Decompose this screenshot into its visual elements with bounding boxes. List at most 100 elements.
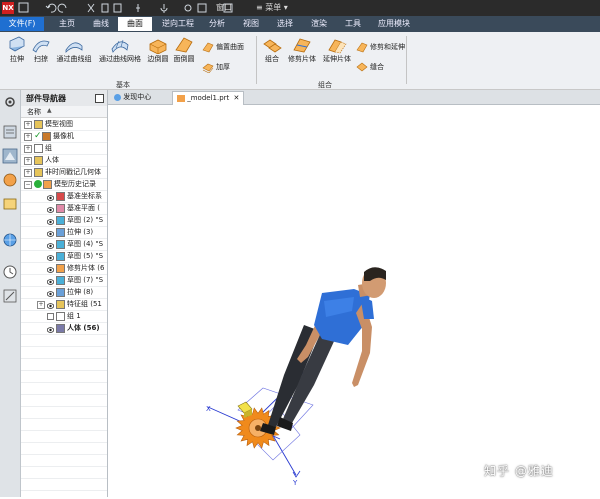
visibility-eye-icon[interactable] (46, 277, 55, 285)
expand-icon[interactable]: + (37, 301, 45, 309)
history-icon (43, 180, 52, 189)
through-curves-icon (65, 42, 83, 53)
navigator-column-header[interactable]: 名称 ▲ (21, 106, 107, 118)
visibility-eye-icon[interactable] (46, 229, 55, 237)
navigator-item-label: 草图 (2) "S (67, 216, 104, 224)
history-icon[interactable] (2, 264, 18, 280)
check-icon[interactable]: ✓ (34, 132, 42, 141)
web-browser-icon[interactable] (2, 232, 18, 248)
visibility-eye-icon[interactable] (46, 325, 55, 333)
window-menu[interactable]: 窗口 (216, 2, 232, 14)
extend-sheet-icon (328, 39, 347, 54)
thicken-button[interactable]: 加厚 (202, 60, 230, 74)
mic-icon (160, 4, 168, 13)
visibility-checkbox[interactable] (47, 313, 54, 320)
maximize-icon[interactable] (95, 94, 104, 103)
tab-application[interactable]: 应用模块 (372, 17, 416, 31)
tab-view[interactable]: 视图 (238, 17, 264, 31)
expand-icon[interactable]: + (24, 145, 32, 153)
navigator-title: 部件导航器 (26, 94, 66, 103)
undo-icon (45, 3, 57, 13)
cut-icon (87, 3, 95, 13)
tab-discovery-center[interactable]: 发现中心 (110, 91, 155, 104)
tab-file[interactable]: 文件(F) (0, 17, 44, 31)
curve-mesh-icon (111, 39, 129, 53)
trim-icon (56, 264, 65, 273)
expand-icon[interactable]: + (24, 157, 32, 165)
close-icon[interactable]: ✕ (234, 94, 240, 102)
sweep-button[interactable]: 扫掠 (30, 36, 52, 64)
tab-home[interactable]: 主页 (52, 17, 82, 31)
resource-bar (0, 90, 21, 497)
extend-sheet-button[interactable]: 延伸片体 (320, 36, 354, 64)
navigator-item-label: 基准平面 ( (67, 204, 100, 212)
collapse-icon[interactable]: − (24, 181, 32, 189)
reuse-library-icon[interactable] (2, 196, 18, 212)
edge-blend-button[interactable]: 边倒圆 (146, 36, 170, 64)
assembly-navigator-icon[interactable] (2, 124, 18, 140)
visibility-eye-icon[interactable] (46, 301, 55, 309)
axis-label-x: X (206, 405, 211, 413)
sketch-icon (56, 276, 65, 285)
tab-curve[interactable]: 曲线 (86, 17, 116, 31)
edge-blend-icon (149, 39, 167, 54)
expand-icon[interactable]: + (24, 169, 32, 177)
layout-icon (197, 3, 207, 13)
through-curves-button[interactable]: 通过曲线组 (54, 36, 94, 64)
expand-icon[interactable]: + (24, 121, 32, 129)
trim-and-extend-button[interactable]: 修剪和延伸 (356, 40, 405, 54)
discovery-icon (114, 93, 121, 101)
face-blend-button[interactable]: 面倒圆 (172, 36, 196, 64)
sweep-icon (32, 40, 50, 53)
through-curve-mesh-button[interactable]: 通过曲线网格 (96, 36, 144, 64)
empty-row (21, 478, 107, 491)
navigator-item-label: 模型历史记录 (54, 180, 96, 188)
visibility-eye-icon[interactable] (46, 241, 55, 249)
touch-icon (136, 4, 140, 12)
sketch-icon (56, 216, 65, 225)
navigator-item-label: 拉伸 (8) (67, 288, 94, 296)
paste-icon (113, 3, 122, 13)
offset-surface-button[interactable]: 偏置曲面 (202, 40, 244, 54)
visibility-eye-icon[interactable] (46, 217, 55, 225)
visibility-eye-icon[interactable] (46, 193, 55, 201)
tab-tools[interactable]: 工具 (340, 17, 366, 31)
expand-icon[interactable]: + (24, 133, 32, 141)
save-icon (18, 2, 29, 13)
constraint-navigator-icon[interactable] (2, 172, 18, 188)
trim-sheet-button[interactable]: 修剪片体 (285, 36, 319, 64)
navigator-item-label: 草图 (7) "S (67, 276, 104, 284)
extrude-icon (56, 288, 65, 297)
tab-render[interactable]: 渲染 (306, 17, 332, 31)
visibility-eye-icon[interactable] (46, 265, 55, 273)
combine-button[interactable]: 组合 (260, 36, 284, 64)
folder-icon (34, 156, 43, 165)
plane-icon (56, 204, 65, 213)
navigator-item-label: 人体 (56) (67, 324, 100, 332)
model-scene: X Y Z (206, 267, 386, 487)
tab-analysis[interactable]: 分析 (204, 17, 230, 31)
sew-button[interactable]: 缝合 (356, 60, 384, 74)
tab-reverse-engineering[interactable]: 逆向工程 (155, 17, 201, 31)
tab-surface[interactable]: 曲面 (118, 17, 152, 31)
csys-icon (56, 192, 65, 201)
menu-button[interactable]: ≡ 菜单 ▾ (256, 2, 288, 14)
graphics-window[interactable]: X Y Z (108, 105, 600, 497)
tab-select[interactable]: 选择 (272, 17, 298, 31)
part-navigator-icon[interactable] (2, 148, 18, 164)
navigator-item-label: 摄像机 (53, 132, 74, 140)
extrude-button[interactable]: 拉伸 (4, 36, 30, 64)
document-tab-bar: 发现中心 _model1.prt ✕ (108, 90, 600, 105)
human-model[interactable] (260, 267, 386, 435)
visibility-eye-icon[interactable] (46, 205, 55, 213)
visibility-eye-icon[interactable] (46, 253, 55, 261)
tab-model-part[interactable]: _model1.prt ✕ (172, 91, 245, 105)
yellow-block[interactable] (237, 401, 253, 418)
system-materials-icon[interactable] (2, 288, 18, 304)
group-separator (256, 36, 257, 84)
settings-icon[interactable] (2, 94, 18, 110)
folder-icon (34, 120, 43, 129)
trim-extend-icon (356, 42, 368, 53)
box-icon (34, 144, 43, 153)
visibility-eye-icon[interactable] (46, 289, 55, 297)
